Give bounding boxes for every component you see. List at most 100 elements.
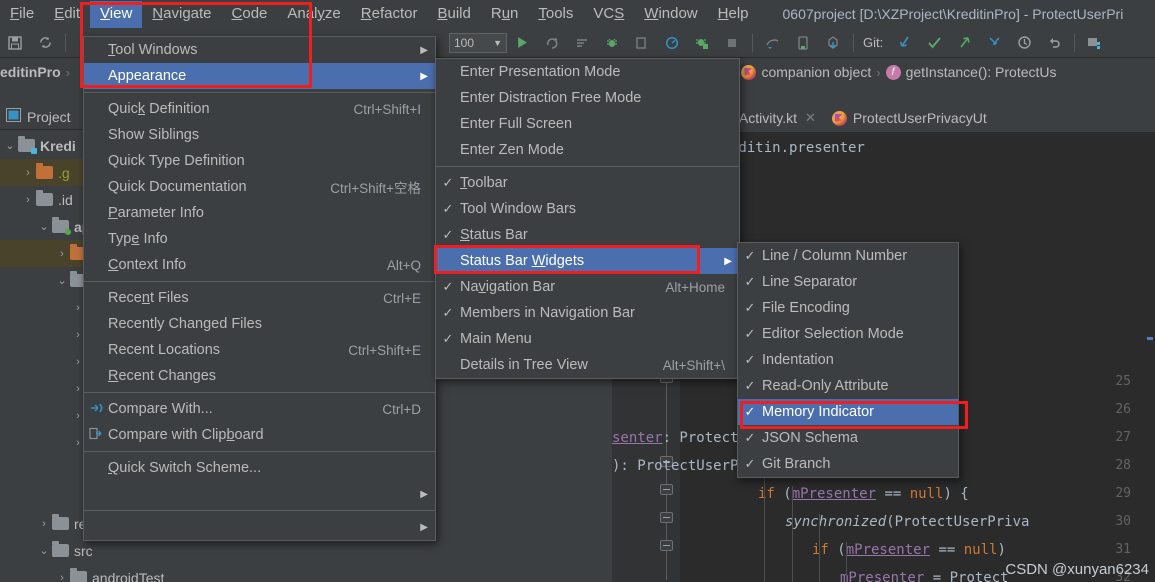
- menu-item-bidi-text-base-direction[interactable]: ▶: [84, 514, 435, 540]
- menubar-item-navigate[interactable]: Navigate: [142, 1, 221, 28]
- avd-manager-icon[interactable]: [760, 31, 786, 55]
- menu-item-enter-distraction-free-mode[interactable]: Enter Distraction Free Mode: [436, 85, 739, 111]
- menu-item-indentation[interactable]: ✓ Indentation: [738, 347, 958, 373]
- tree-label: androidTest: [92, 569, 165, 582]
- revert-icon[interactable]: [1041, 31, 1067, 55]
- menubar-item-build[interactable]: Build: [427, 1, 480, 28]
- git-commit-icon[interactable]: [921, 31, 947, 55]
- menu-item-tool-windows[interactable]: Tool Windows ▶: [84, 37, 435, 63]
- menu-item-navigation-bar[interactable]: ✓ Navigation Bar Alt+Home: [436, 274, 739, 300]
- menu-item-recently-changed-files[interactable]: Recently Changed Files: [84, 311, 435, 337]
- editor-tab-protectuserprivacyut[interactable]: ProtectUserPrivacyUt: [824, 104, 995, 132]
- menu-item-appearance[interactable]: Appearance ▶: [84, 63, 435, 89]
- menu-item-context-info[interactable]: Context Info Alt+Q: [84, 252, 435, 278]
- menubar-item-edit[interactable]: Edit: [44, 1, 90, 28]
- menubar-item-refactor[interactable]: Refactor: [351, 1, 428, 28]
- close-icon[interactable]: ✕: [805, 110, 816, 126]
- history-icon[interactable]: [1011, 31, 1037, 55]
- fold-toggle-icon[interactable]: [660, 540, 673, 551]
- menu-item-recent-files[interactable]: Recent Files Ctrl+E: [84, 285, 435, 311]
- chevron-down-icon[interactable]: ⌄: [2, 139, 18, 152]
- menubar-item-vcs[interactable]: VCS: [583, 1, 634, 28]
- run-coverage-icon[interactable]: [689, 31, 715, 55]
- menu-item-status-bar[interactable]: ✓ Status Bar: [436, 222, 739, 248]
- device-manager-icon[interactable]: [790, 31, 816, 55]
- stop-icon[interactable]: [719, 31, 745, 55]
- git-compare-icon[interactable]: [981, 31, 1007, 55]
- chevron-down-icon[interactable]: ⌄: [36, 544, 52, 557]
- menu-item-recent-locations[interactable]: Recent Locations Ctrl+Shift+E: [84, 337, 435, 363]
- chevron-right-icon[interactable]: ›: [36, 518, 52, 530]
- menu-item-main-menu[interactable]: ✓ Main Menu: [436, 326, 739, 352]
- menu-label: Recent Changes: [108, 368, 217, 384]
- menu-item-parameter-info[interactable]: Parameter Info: [84, 200, 435, 226]
- save-icon[interactable]: [2, 31, 28, 55]
- breadcrumb-item-companion[interactable]: companion object: [738, 64, 874, 80]
- rerun-icon[interactable]: [539, 31, 565, 55]
- chevron-down-icon[interactable]: ⌄: [36, 220, 52, 233]
- menubar-item-run[interactable]: Run: [481, 1, 529, 28]
- git-update-icon[interactable]: [891, 31, 917, 55]
- menubar-item-help[interactable]: Help: [708, 1, 759, 28]
- menu-item-show-siblings[interactable]: Show Siblings: [84, 122, 435, 148]
- menu-item-recent-changes[interactable]: Recent Changes: [84, 363, 435, 389]
- menubar-item-file[interactable]: File: [0, 1, 44, 28]
- menu-item-quick-type-definition[interactable]: Quick Type Definition: [84, 148, 435, 174]
- menu-item-read-only-attribute[interactable]: ✓ Read-Only Attribute: [738, 373, 958, 399]
- menubar-item-window[interactable]: Window: [634, 1, 707, 28]
- menubar-item-code[interactable]: Code: [222, 1, 278, 28]
- run-icon[interactable]: [509, 31, 535, 55]
- attach-debugger-icon[interactable]: [629, 31, 655, 55]
- menu-item-json-schema[interactable]: ✓ JSON Schema: [738, 425, 958, 451]
- profiler-icon[interactable]: [659, 31, 685, 55]
- menubar-item-view[interactable]: View: [90, 0, 143, 28]
- project-structure-icon[interactable]: [1082, 31, 1108, 55]
- menu-item-quick-documentation[interactable]: Quick Documentation Ctrl+Shift+空格: [84, 174, 435, 200]
- menu-item-editor-selection-mode[interactable]: ✓ Editor Selection Mode: [738, 321, 958, 347]
- chevron-right-icon[interactable]: ›: [20, 167, 36, 179]
- menu-item-type-info[interactable]: Type Info: [84, 226, 435, 252]
- menu-item-memory-indicator[interactable]: ✓ Memory Indicator: [738, 399, 958, 425]
- menu-item-enter-full-screen[interactable]: Enter Full Screen: [436, 111, 739, 137]
- git-push-icon[interactable]: [951, 31, 977, 55]
- menu-item-enter-presentation-mode[interactable]: Enter Presentation Mode: [436, 59, 739, 85]
- menu-item-members-in-navigation-bar[interactable]: ✓ Members in Navigation Bar: [436, 300, 739, 326]
- menubar-item-analyze[interactable]: Analyze: [277, 1, 350, 28]
- menu-label: Enter Distraction Free Mode: [460, 90, 642, 106]
- menu-label: Tool Window Bars: [460, 201, 577, 217]
- chevron-right-icon[interactable]: ›: [54, 572, 70, 582]
- menu-item-quick-definition[interactable]: Quick Definition Ctrl+Shift+I: [84, 96, 435, 122]
- view-menu[interactable]: Tool Windows ▶ Appearance ▶ Quick Defini…: [83, 36, 436, 541]
- breadcrumb-item-getinstance[interactable]: f getInstance(): ProtectUs: [883, 64, 1060, 80]
- debug-icon[interactable]: [599, 31, 625, 55]
- menu-item-status-bar-widgets[interactable]: Status Bar Widgets ▶: [436, 248, 739, 274]
- chevron-down-icon[interactable]: ⌄: [54, 274, 70, 287]
- menu-item-tool-window-bars[interactable]: ✓ Tool Window Bars: [436, 196, 739, 222]
- chevron-right-icon[interactable]: ›: [54, 248, 70, 260]
- menu-item-active-editor[interactable]: ▶: [84, 481, 435, 507]
- menu-item-toolbar[interactable]: ✓ Toolbar: [436, 170, 739, 196]
- module-folder-icon: [18, 136, 37, 154]
- menu-item-line-separator[interactable]: ✓ Line Separator: [738, 269, 958, 295]
- apply-changes-icon[interactable]: [569, 31, 595, 55]
- status-bar-widgets-submenu[interactable]: ✓ Line / Column Number ✓ Line Separator …: [737, 242, 959, 478]
- menu-item-details-in-tree-view[interactable]: Details in Tree View Alt+Shift+\: [436, 352, 739, 378]
- chevron-right-icon[interactable]: ›: [20, 194, 36, 206]
- menu-item-file-encoding[interactable]: ✓ File Encoding: [738, 295, 958, 321]
- menu-item-compare-with[interactable]: Compare With... Ctrl+D: [84, 396, 435, 422]
- menu-item-compare-with-clipboard[interactable]: Compare with Clipboard: [84, 422, 435, 448]
- sync-icon[interactable]: [32, 31, 58, 55]
- menu-item-enter-zen-mode[interactable]: Enter Zen Mode: [436, 137, 739, 163]
- sdk-manager-icon[interactable]: [820, 31, 846, 55]
- menu-item-quick-switch-scheme[interactable]: Quick Switch Scheme...: [84, 455, 435, 481]
- run-configuration-selector[interactable]: 100 ▼: [449, 32, 507, 53]
- menu-item-git-branch[interactable]: ✓ Git Branch: [738, 451, 958, 477]
- tree-row[interactable]: › androidTest: [0, 564, 230, 582]
- tree-row[interactable]: ⌄ src: [0, 537, 230, 564]
- fold-toggle-icon[interactable]: [660, 484, 673, 495]
- fold-toggle-icon[interactable]: [660, 512, 673, 523]
- menu-item-line-column-number[interactable]: ✓ Line / Column Number: [738, 243, 958, 269]
- folder-icon: [52, 514, 69, 530]
- appearance-submenu[interactable]: Enter Presentation Mode Enter Distractio…: [435, 58, 740, 379]
- menubar-item-tools[interactable]: Tools: [528, 1, 583, 28]
